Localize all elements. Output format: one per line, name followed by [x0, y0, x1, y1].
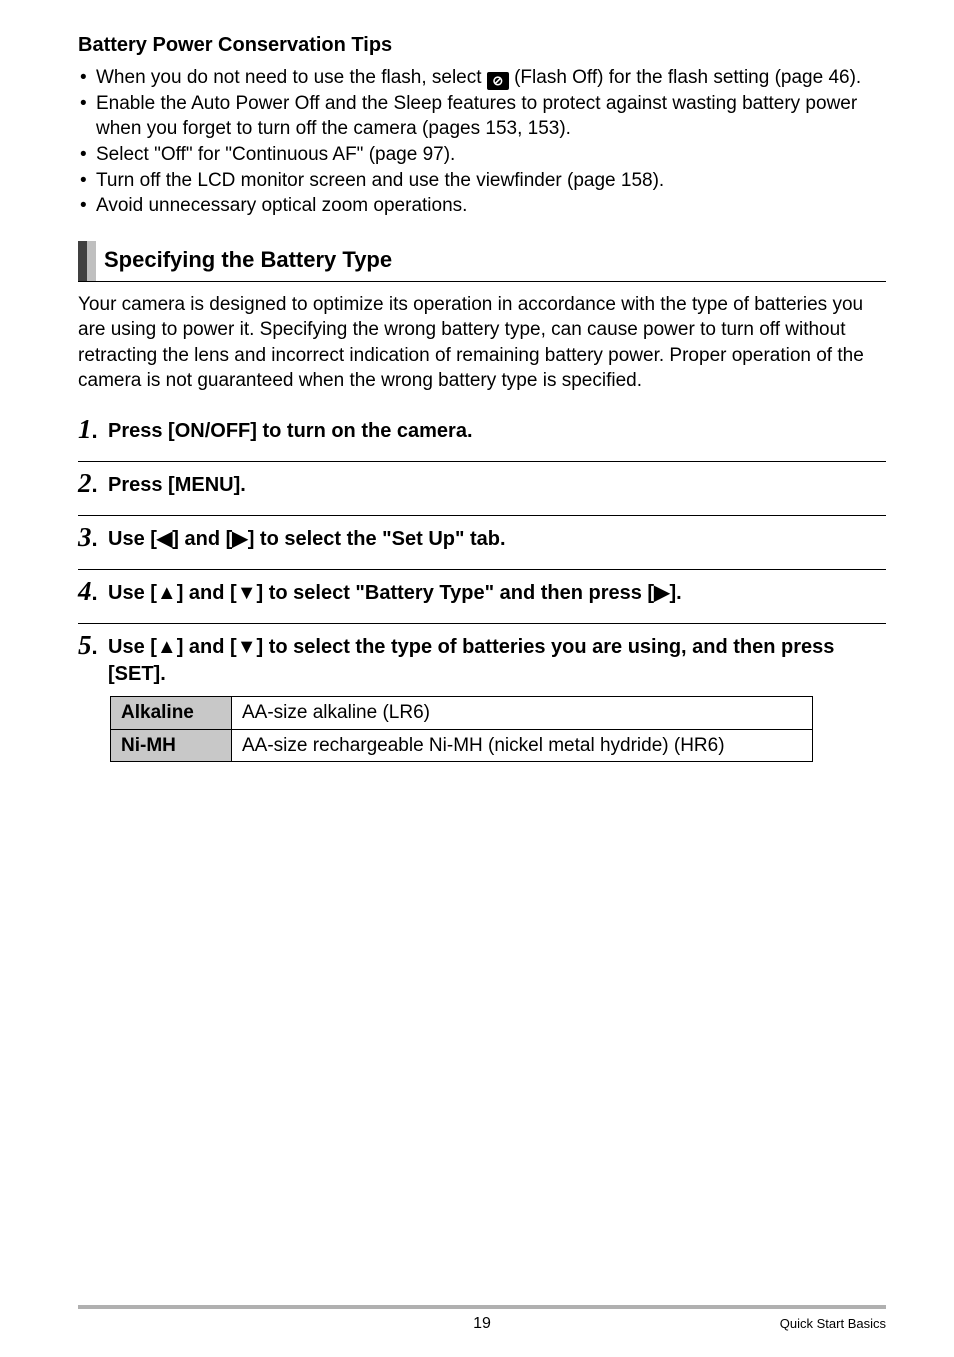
step-number: 5. — [78, 630, 108, 659]
step-3: 3. Use [◀] and [▶] to select the "Set Up… — [78, 515, 886, 553]
step-number: 3. — [78, 522, 108, 551]
tips-heading: Battery Power Conservation Tips — [78, 32, 886, 59]
table-row: Ni-MH AA-size rechargeable Ni-MH (nickel… — [111, 729, 813, 762]
step-2: 2. Press [MENU]. — [78, 461, 886, 499]
up-arrow-icon: ▲ — [157, 636, 177, 658]
section-paragraph: Your camera is designed to optimize its … — [78, 292, 886, 395]
heading-bar-dark-icon — [78, 241, 87, 281]
page-footer: 19 Quick Start Basics — [78, 1305, 886, 1335]
down-arrow-icon: ▼ — [237, 636, 257, 658]
up-arrow-icon: ▲ — [157, 582, 177, 604]
tip-text-post: (Flash Off) for the flash setting (page … — [509, 67, 861, 88]
step-number: 2. — [78, 468, 108, 497]
step-body: Use [▲] and [▼] to select "Battery Type"… — [108, 576, 886, 607]
tip-text-pre: When you do not need to use the flash, s… — [96, 67, 487, 88]
left-arrow-icon: ◀ — [157, 528, 172, 550]
step-4: 4. Use [▲] and [▼] to select "Battery Ty… — [78, 569, 886, 607]
step-body: Use [◀] and [▶] to select the "Set Up" t… — [108, 522, 886, 553]
tip-item: Select "Off" for "Continuous AF" (page 9… — [78, 142, 886, 168]
table-header-cell: Ni-MH — [111, 729, 232, 762]
table-data-cell: AA-size alkaline (LR6) — [232, 697, 813, 730]
step-body: Press [ON/OFF] to turn on the camera. — [108, 414, 886, 445]
heading-bar-light-icon — [87, 241, 96, 281]
down-arrow-icon: ▼ — [237, 582, 257, 604]
page-number: 19 — [347, 1313, 616, 1335]
right-arrow-icon: ▶ — [654, 582, 669, 604]
flash-off-icon: ⊘ — [487, 72, 509, 90]
tip-item: Turn off the LCD monitor screen and use … — [78, 168, 886, 194]
tip-item: Enable the Auto Power Off and the Sleep … — [78, 91, 886, 142]
step-5: 5. Use [▲] and [▼] to select the type of… — [78, 623, 886, 688]
step-1: 1. Press [ON/OFF] to turn on the camera. — [78, 414, 886, 445]
footer-rule-icon — [78, 1305, 886, 1309]
step-body: Press [MENU]. — [108, 468, 886, 499]
table-header-cell: Alkaline — [111, 697, 232, 730]
step-body: Use [▲] and [▼] to select the type of ba… — [108, 630, 886, 688]
tip-item: Avoid unnecessary optical zoom operation… — [78, 193, 886, 219]
footer-section-label: Quick Start Basics — [780, 1316, 886, 1331]
tip-item: When you do not need to use the flash, s… — [78, 65, 886, 91]
table-data-cell: AA-size rechargeable Ni-MH (nickel metal… — [232, 729, 813, 762]
section-heading-block: Specifying the Battery Type — [78, 241, 886, 282]
section-heading: Specifying the Battery Type — [96, 241, 392, 281]
table-row: Alkaline AA-size alkaline (LR6) — [111, 697, 813, 730]
step-number: 1. — [78, 414, 108, 443]
battery-type-table: Alkaline AA-size alkaline (LR6) Ni-MH AA… — [110, 696, 813, 762]
tips-list: When you do not need to use the flash, s… — [78, 65, 886, 219]
step-number: 4. — [78, 576, 108, 605]
right-arrow-icon: ▶ — [232, 528, 247, 550]
